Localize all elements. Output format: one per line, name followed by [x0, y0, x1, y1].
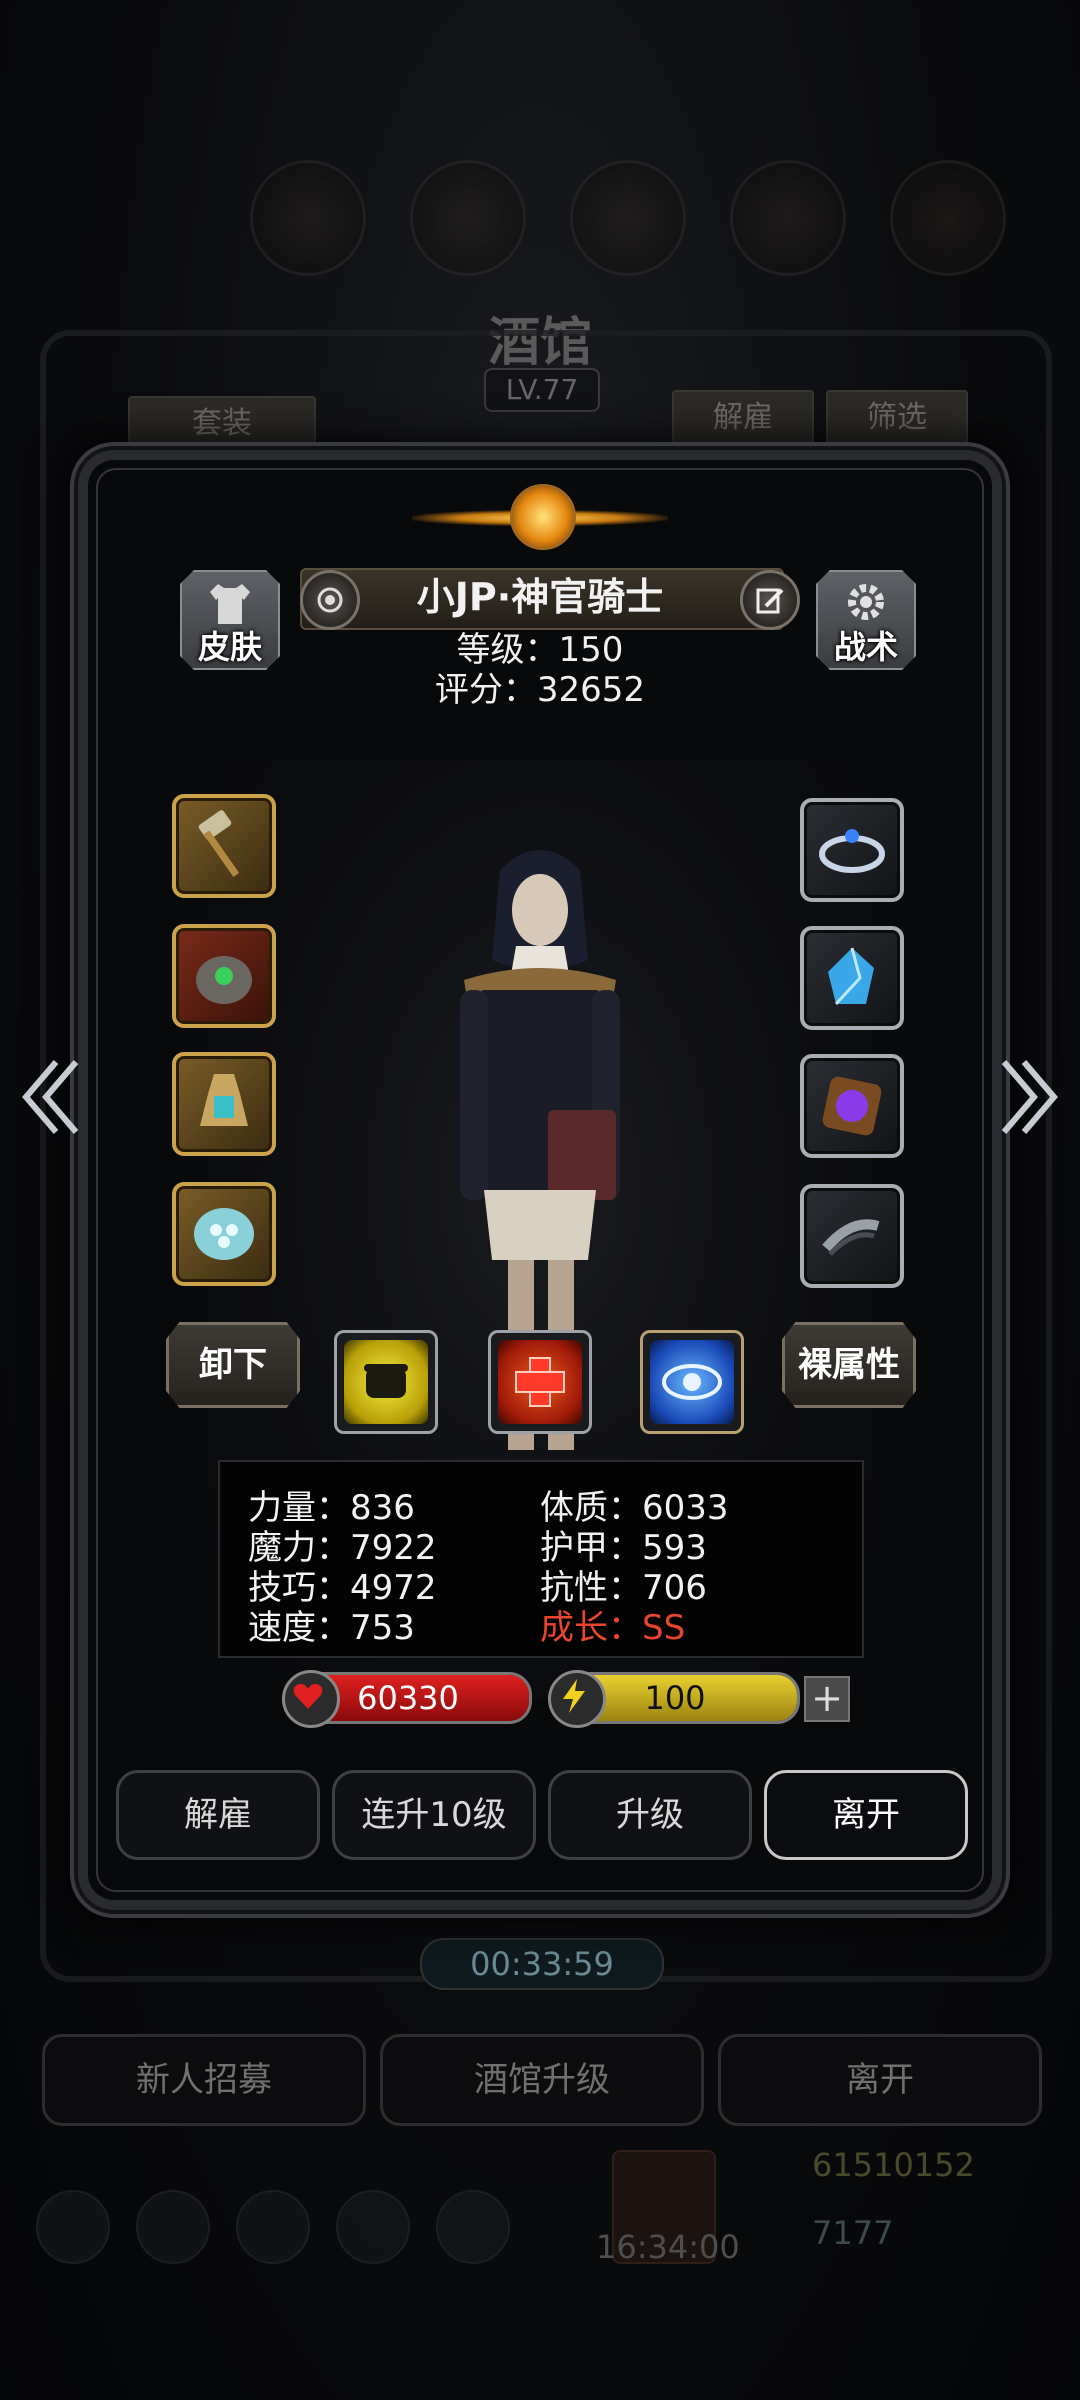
- nav-icon[interactable]: [236, 2190, 310, 2264]
- hero-name: 小JP·神官骑士: [416, 575, 664, 619]
- equip-slot-crystal[interactable]: [800, 926, 904, 1030]
- tactics-label: 战术: [833, 628, 898, 666]
- blue-crystal-icon: [828, 947, 874, 1006]
- next-hero-arrow-icon[interactable]: [994, 1052, 1064, 1142]
- bare-attribute-button[interactable]: 裸属性: [782, 1322, 916, 1408]
- eye-icon: [662, 1364, 722, 1400]
- nav-icon[interactable]: [436, 2190, 510, 2264]
- bottom-nav-bar: [0, 2180, 1080, 2300]
- gem-helmet-icon: [196, 956, 252, 1004]
- skin-button[interactable]: 皮肤: [180, 570, 280, 670]
- lightning-icon: [548, 1670, 606, 1728]
- tavern-timer: 00:33:59: [420, 1938, 664, 1990]
- nav-icon[interactable]: [336, 2190, 410, 2264]
- edit-name-icon[interactable]: [740, 570, 800, 630]
- tactics-button[interactable]: 战术: [816, 570, 916, 670]
- tavern-upgrade-button[interactable]: 酒馆升级: [380, 2034, 704, 2126]
- add-energy-button[interactable]: +: [804, 1676, 850, 1722]
- tavern-top-icons: [0, 160, 1080, 280]
- gem-amount: 7177: [812, 2214, 894, 2252]
- clock-text: 16:34:00: [596, 2228, 740, 2266]
- equip-slot-helmet[interactable]: [172, 924, 276, 1028]
- bg-nav-icon: [570, 160, 686, 276]
- fist-icon: [364, 1364, 408, 1398]
- skill-slot-vision[interactable]: [640, 1330, 744, 1434]
- gold-amount: 61510152: [812, 2146, 975, 2184]
- hero-score: 评分：32652: [434, 670, 646, 710]
- tiara-icon: [819, 829, 885, 873]
- crystal-ring-icon: [194, 1208, 254, 1260]
- equip-slot-ring[interactable]: [172, 1182, 276, 1286]
- bg-nav-icon: [890, 160, 1006, 276]
- red-cross-icon: [515, 1357, 565, 1407]
- emblem-icon: [412, 470, 668, 570]
- prev-hero-arrow-icon[interactable]: [16, 1052, 86, 1142]
- equip-slot-amulet[interactable]: [172, 1052, 276, 1156]
- stat-growth: 成长：SS: [540, 1608, 686, 1648]
- skill-slot-heal[interactable]: [488, 1330, 592, 1434]
- bg-nav-icon: [730, 160, 846, 276]
- shirt-icon: [210, 584, 250, 624]
- nav-icon[interactable]: [36, 2190, 110, 2264]
- bg-nav-icon: [410, 160, 526, 276]
- skin-label: 皮肤: [197, 628, 262, 666]
- skill-slot-attack[interactable]: [334, 1330, 438, 1434]
- nav-icon[interactable]: [136, 2190, 210, 2264]
- heart-icon: [282, 1670, 340, 1728]
- equip-slot-bracelet[interactable]: [800, 1184, 904, 1288]
- equip-slot-orb[interactable]: [800, 1054, 904, 1158]
- stat-speed: 速度：753: [248, 1608, 415, 1648]
- equip-slot-tiara[interactable]: [800, 798, 904, 902]
- tavern-leave-button[interactable]: 离开: [718, 2034, 1042, 2126]
- potion-amulet-icon: [200, 1074, 248, 1126]
- bracelet-icon: [822, 1219, 880, 1256]
- unequip-button[interactable]: 卸下: [166, 1322, 300, 1408]
- recruit-button[interactable]: 新人招募: [42, 2034, 366, 2126]
- purple-orb-icon: [822, 1076, 882, 1136]
- hammer-icon: [198, 810, 240, 878]
- leave-button[interactable]: 离开: [764, 1770, 968, 1860]
- level-up-button[interactable]: 升级: [548, 1770, 752, 1860]
- bg-nav-icon: [250, 160, 366, 276]
- gear-icon: [848, 584, 884, 620]
- level-up-10-button[interactable]: 连升10级: [332, 1770, 536, 1860]
- dismiss-button[interactable]: 解雇: [116, 1770, 320, 1860]
- equip-slot-weapon[interactable]: [172, 794, 276, 898]
